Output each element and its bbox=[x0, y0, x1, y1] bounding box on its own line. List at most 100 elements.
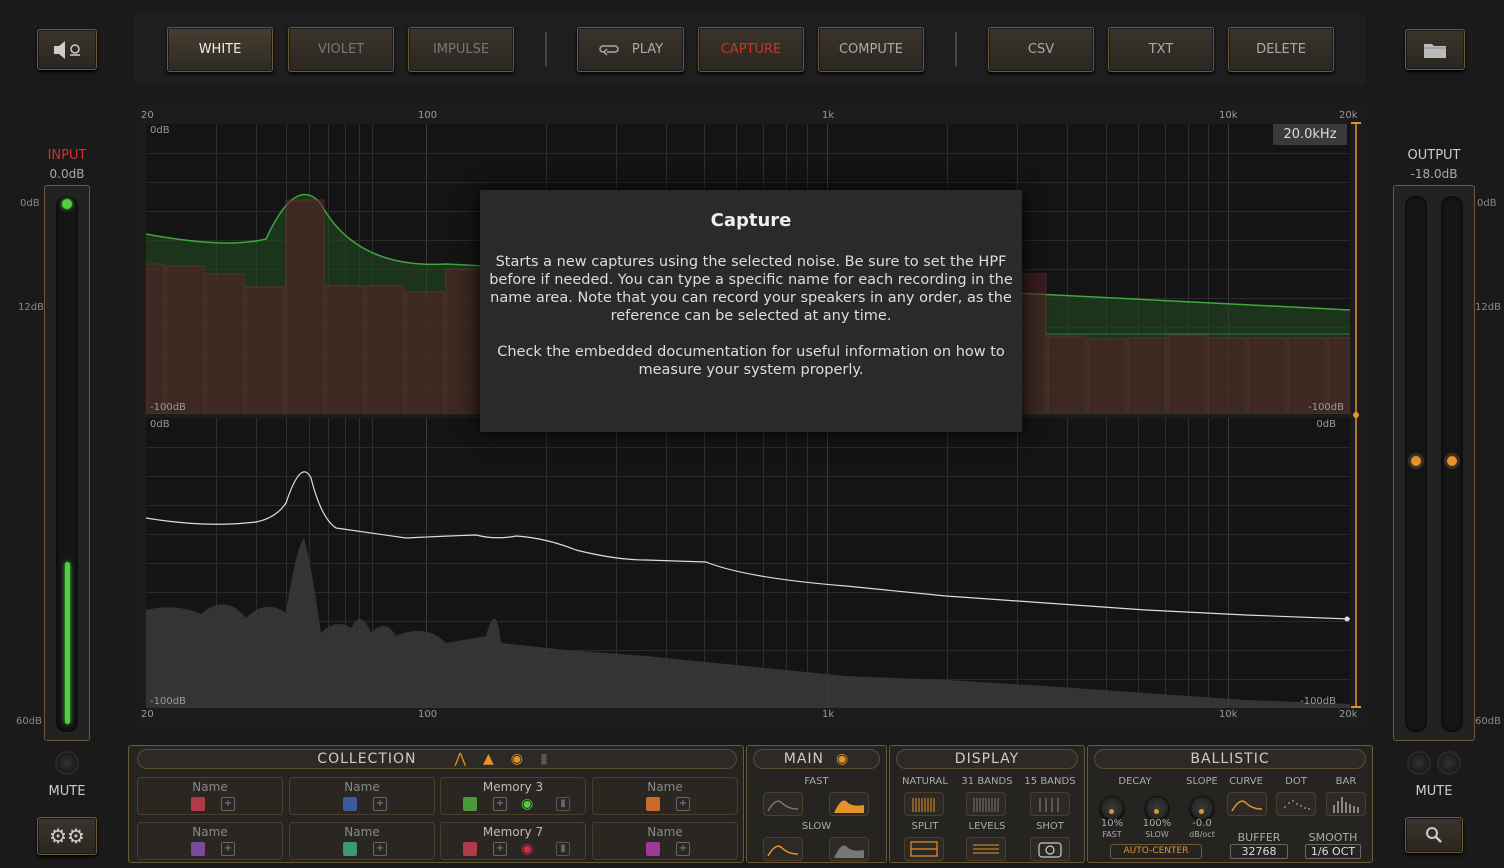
collection-slot-2[interactable]: Name + bbox=[289, 777, 435, 815]
input-label: INPUT bbox=[47, 148, 87, 163]
noise-impulse-button[interactable]: IMPULSE bbox=[408, 27, 514, 72]
save-icon[interactable]: + bbox=[676, 797, 690, 811]
save-icon[interactable]: + bbox=[493, 842, 507, 856]
save-icon[interactable]: + bbox=[373, 842, 387, 856]
speaker-button[interactable] bbox=[37, 29, 97, 70]
peak-curve-icon[interactable]: ⋀ bbox=[455, 751, 467, 767]
trash-icon[interactable]: ▮ bbox=[540, 751, 549, 767]
smooth-label: SMOOTH bbox=[1308, 831, 1358, 844]
decay-fast-value: 10% bbox=[1100, 818, 1124, 829]
play-button[interactable]: PLAY bbox=[577, 27, 684, 72]
collection-slot-3[interactable]: Memory 3 + ◉ ▮ bbox=[440, 777, 586, 815]
bands31-button[interactable] bbox=[966, 792, 1006, 816]
slow-peak-curve-button[interactable] bbox=[763, 837, 803, 861]
output-mute-toggle-right[interactable] bbox=[1437, 751, 1461, 775]
save-icon[interactable]: + bbox=[373, 797, 387, 811]
output-fader-right[interactable] bbox=[1447, 456, 1457, 466]
delete-slot-icon[interactable]: ▮ bbox=[556, 797, 570, 811]
slot-color[interactable] bbox=[191, 842, 205, 856]
dot-button[interactable] bbox=[1276, 792, 1316, 816]
bottom-plot-0db: 0dB bbox=[150, 419, 170, 430]
collection-slot-1[interactable]: Name + bbox=[137, 777, 283, 815]
fast-filled-curve-button[interactable] bbox=[829, 792, 869, 816]
slot-color[interactable] bbox=[191, 797, 205, 811]
input-meter[interactable] bbox=[44, 185, 90, 741]
x-tick-20-top: 20 bbox=[141, 110, 154, 121]
dialog-title: Capture bbox=[710, 210, 792, 231]
smooth-value[interactable]: 1/6 OCT bbox=[1305, 844, 1361, 859]
auto-center-button[interactable]: AUTO-CENTER bbox=[1110, 844, 1202, 859]
slot-color[interactable] bbox=[343, 797, 357, 811]
save-icon[interactable]: + bbox=[221, 842, 235, 856]
slot-name[interactable]: Name bbox=[290, 825, 434, 839]
hidden-eye-icon[interactable]: ◉ bbox=[521, 842, 533, 856]
x-tick-20k-bottom: 20k bbox=[1339, 709, 1358, 720]
slot-name[interactable]: Name bbox=[290, 780, 434, 794]
dialog-text-1: Starts a new captures using the selected… bbox=[489, 254, 1013, 324]
delete-slot-icon[interactable]: ▮ bbox=[556, 842, 570, 856]
slot-name[interactable]: Memory 3 bbox=[441, 780, 585, 794]
fast-peak-curve-button[interactable] bbox=[763, 792, 803, 816]
txt-button[interactable]: TXT bbox=[1108, 27, 1214, 72]
decay-fast-knob[interactable] bbox=[1100, 796, 1124, 820]
levels-button[interactable] bbox=[966, 837, 1006, 861]
slot-name[interactable]: Name bbox=[138, 780, 282, 794]
bar-button[interactable] bbox=[1326, 792, 1366, 816]
slope-knob[interactable] bbox=[1190, 796, 1214, 820]
slot-name[interactable]: Name bbox=[593, 825, 737, 839]
decay-slow-label: SLOW bbox=[1145, 830, 1169, 839]
buffer-value[interactable]: 32768 bbox=[1230, 844, 1288, 859]
input-mute-toggle[interactable] bbox=[55, 751, 79, 775]
cursor-handle-bottom[interactable] bbox=[1351, 706, 1361, 708]
decay-slow-knob[interactable] bbox=[1145, 796, 1169, 820]
x-tick-10k-top: 10k bbox=[1219, 110, 1238, 121]
main-eye-icon[interactable]: ◉ bbox=[836, 751, 849, 767]
main-panel: MAIN ◉ FAST SLOW bbox=[746, 745, 887, 863]
output-meter[interactable] bbox=[1393, 185, 1475, 741]
capture-button[interactable]: CAPTURE bbox=[698, 27, 804, 72]
csv-button[interactable]: CSV bbox=[988, 27, 1094, 72]
slot-name[interactable]: Name bbox=[593, 780, 737, 794]
open-folder-button[interactable] bbox=[1405, 29, 1465, 70]
output-scale-60: 60dB bbox=[1475, 716, 1501, 727]
slot-color[interactable] bbox=[463, 842, 477, 856]
settings-button[interactable]: ⚙⚙ bbox=[37, 817, 97, 855]
bar-graph-icon bbox=[1333, 797, 1359, 813]
collection-slot-5[interactable]: Name + bbox=[137, 822, 283, 860]
response-plot[interactable]: 0dB 0dB -100dB -100dB bbox=[146, 418, 1350, 708]
dialog-text-2: Check the embedded documentation for use… bbox=[497, 344, 1005, 378]
split-button[interactable] bbox=[904, 837, 944, 861]
visible-eye-icon[interactable]: ◉ bbox=[521, 797, 533, 811]
curve-button[interactable] bbox=[1227, 792, 1267, 816]
save-icon[interactable]: + bbox=[493, 797, 507, 811]
save-icon[interactable]: + bbox=[221, 797, 235, 811]
shot-button[interactable] bbox=[1030, 837, 1070, 861]
collection-slot-6[interactable]: Name + bbox=[289, 822, 435, 860]
filled-curve-icon[interactable]: ▲ bbox=[483, 751, 495, 767]
delete-button[interactable]: DELETE bbox=[1228, 27, 1334, 72]
slot-color[interactable] bbox=[646, 842, 660, 856]
slot-color[interactable] bbox=[463, 797, 477, 811]
eye-icon[interactable]: ◉ bbox=[511, 751, 524, 767]
collection-slot-7[interactable]: Memory 7 + ◉ ▮ bbox=[440, 822, 586, 860]
slow-filled-curve-button[interactable] bbox=[829, 837, 869, 861]
slot-color[interactable] bbox=[343, 842, 357, 856]
natural-button[interactable] bbox=[904, 792, 944, 816]
collection-slot-4[interactable]: Name + bbox=[592, 777, 738, 815]
x-tick-20-bottom: 20 bbox=[141, 709, 154, 720]
cursor-split-dot[interactable] bbox=[1353, 412, 1359, 418]
collection-slot-8[interactable]: Name + bbox=[592, 822, 738, 860]
save-icon[interactable]: + bbox=[676, 842, 690, 856]
slot-name[interactable]: Memory 7 bbox=[441, 825, 585, 839]
slot-color[interactable] bbox=[646, 797, 660, 811]
folder-icon bbox=[1424, 43, 1446, 58]
cursor-handle-top[interactable] bbox=[1351, 122, 1361, 124]
noise-violet-button[interactable]: VIOLET bbox=[288, 27, 394, 72]
bands15-button[interactable] bbox=[1030, 792, 1070, 816]
compute-button[interactable]: COMPUTE bbox=[818, 27, 924, 72]
noise-white-button[interactable]: WHITE bbox=[167, 27, 273, 72]
slot-name[interactable]: Name bbox=[138, 825, 282, 839]
output-fader-left[interactable] bbox=[1411, 456, 1421, 466]
zoom-button[interactable] bbox=[1405, 817, 1463, 853]
output-mute-toggle-left[interactable] bbox=[1407, 751, 1431, 775]
